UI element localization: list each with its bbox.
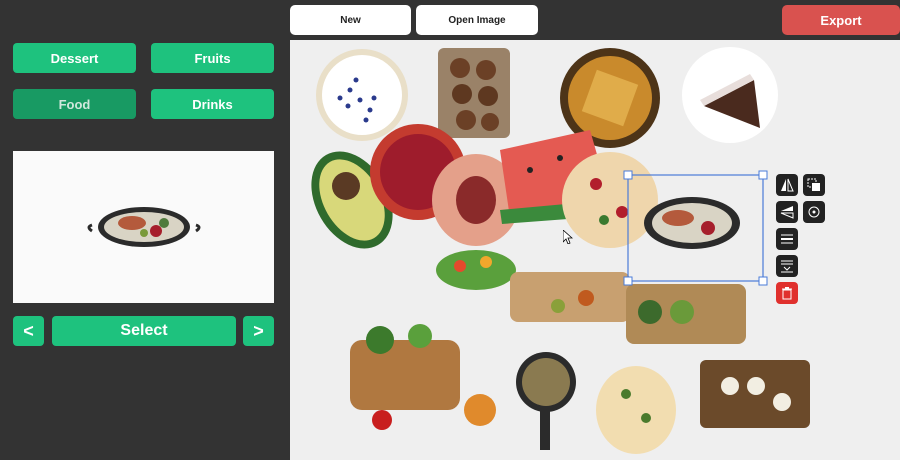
cookies-sticker: [438, 48, 510, 138]
resize-handle-tr: [758, 170, 768, 180]
prev-button[interactable]: <: [13, 316, 44, 346]
herb-board-sticker: [626, 284, 746, 344]
align-center-icon[interactable]: [776, 228, 798, 250]
next-button[interactable]: >: [243, 316, 274, 346]
new-button[interactable]: New: [290, 5, 411, 35]
category-dessert-button[interactable]: Dessert: [13, 43, 136, 73]
category-food-button[interactable]: Food: [13, 89, 136, 119]
category-fruits-button[interactable]: Fruits: [151, 43, 274, 73]
resize-handle-br: [758, 276, 768, 286]
flip-horizontal-icon[interactable]: [776, 174, 798, 196]
pan-dish-image: [87, 207, 200, 247]
export-button[interactable]: Export: [782, 5, 900, 35]
category-drinks-button[interactable]: Drinks: [151, 89, 274, 119]
resize-handle-tl: [623, 170, 633, 180]
pizza-sticker: [562, 152, 658, 248]
select-button[interactable]: Select: [52, 316, 236, 346]
sushi-board-sticker: [700, 360, 810, 428]
flatbread-sticker: [596, 366, 676, 454]
canvas-stickers: [311, 47, 810, 454]
veggie-basket-sticker: [350, 324, 496, 430]
resize-handle-bl: [623, 276, 633, 286]
skillet-sticker: [516, 352, 576, 450]
design-canvas[interactable]: [290, 40, 900, 460]
delete-icon[interactable]: [776, 282, 798, 304]
sticker-preview: [13, 151, 274, 303]
selected-pan-dish-sticker: [644, 197, 740, 249]
send-back-icon[interactable]: [776, 255, 798, 277]
snack-board-sticker: [510, 272, 630, 322]
salad-bowl-sticker: [436, 250, 516, 290]
open-image-button[interactable]: Open Image: [416, 5, 538, 35]
pastry-plate-sticker: [560, 48, 660, 148]
rotate-icon[interactable]: [803, 201, 825, 223]
bring-front-icon[interactable]: [803, 174, 825, 196]
mouse-cursor: [562, 229, 574, 249]
left-panel: Dessert Fruits Food Drinks < Select >: [0, 0, 290, 460]
flip-vertical-icon[interactable]: [776, 201, 798, 223]
cake-slice-sticker: [682, 47, 778, 143]
blueberry-pie-sticker: [316, 49, 408, 141]
